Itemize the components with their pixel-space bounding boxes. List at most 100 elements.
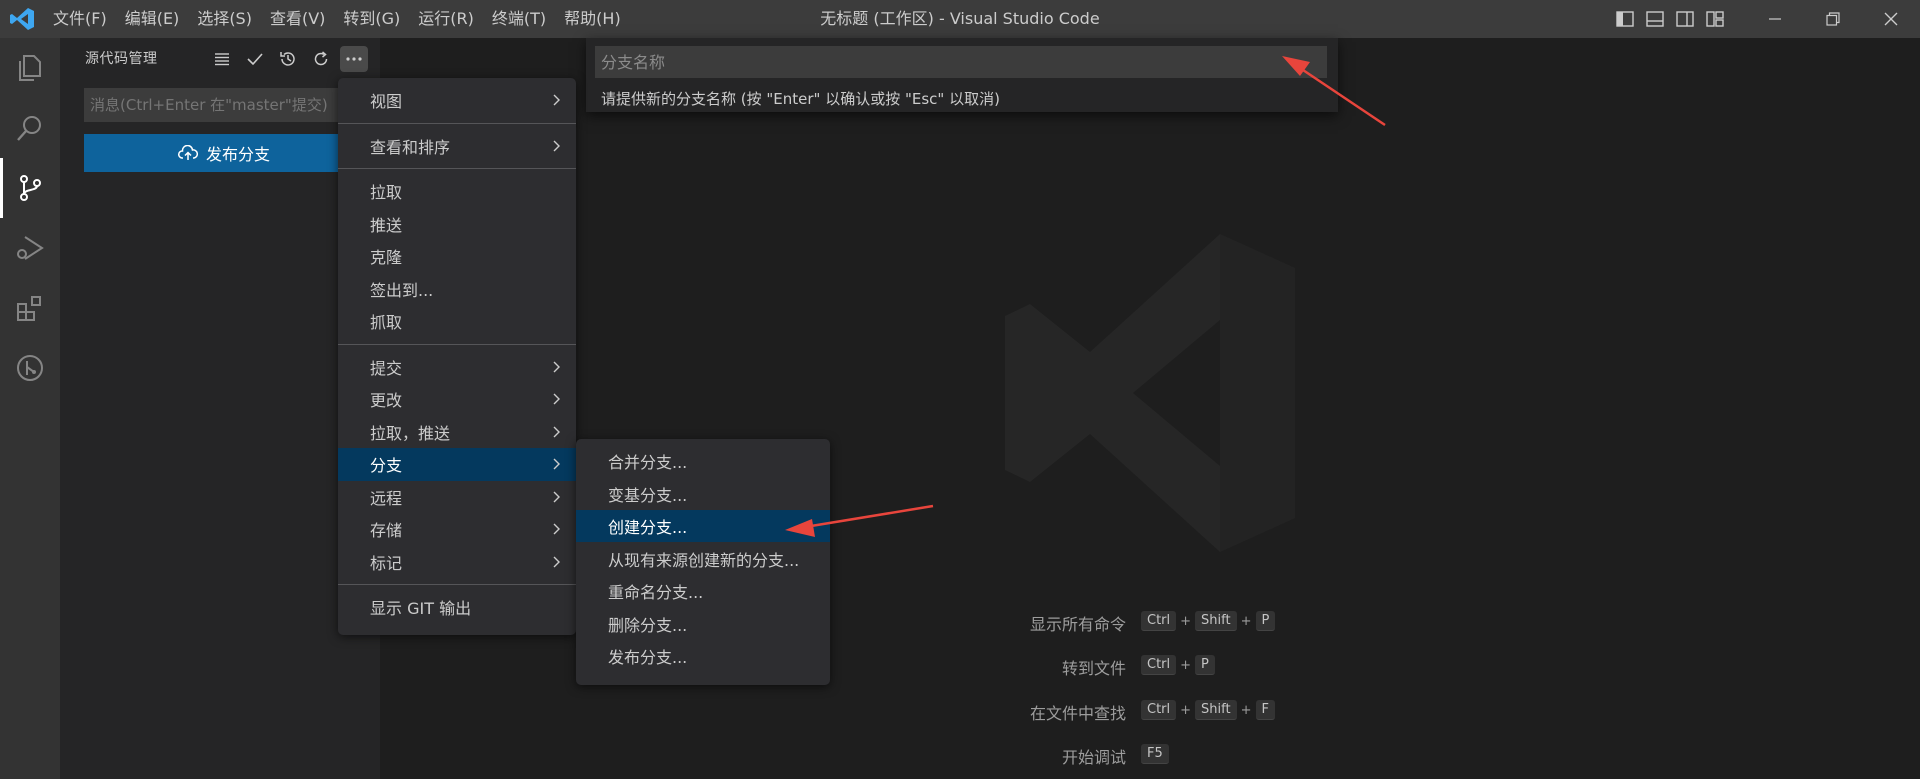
toggle-panel-icon[interactable] [1640,0,1670,38]
more-actions-button[interactable] [340,46,368,72]
submenu-item[interactable]: 发布分支... [576,640,830,672]
source-control-sidebar: 源代码管理 发布分支 [60,38,380,779]
menu-item[interactable]: 显示 GIT 输出 [338,591,576,624]
menu-item[interactable]: 文件(F) [44,0,116,38]
refresh-icon [314,51,328,66]
branch-name-input[interactable] [595,46,1327,78]
vscode-watermark-icon [1005,234,1295,552]
chevron-right-icon [553,361,560,373]
git-graph-icon [17,355,43,381]
ellipsis-icon [346,57,362,61]
source-control-activity[interactable] [0,158,60,218]
extensions-activity[interactable] [0,278,60,338]
menu-item[interactable]: 视图 [338,84,576,117]
menu-item[interactable]: 帮助(H) [555,0,630,38]
menu-item[interactable]: 终端(T) [483,0,555,38]
menu-item[interactable]: 抓取 [338,305,576,338]
shortcut-keys: F5 [1141,744,1169,764]
submenu-item[interactable]: 变基分支... [576,478,830,510]
keybinding-key: Ctrl [1141,655,1177,675]
more-actions-menu: 视图查看和排序拉取推送克隆签出到... 抓取提交更改 拉取，推送分支远程存储标记显示… [338,78,576,635]
chevron-right-icon [553,94,560,106]
title-bar-controls [1610,0,1920,38]
menu-item[interactable]: 克隆 [338,240,576,273]
keybinding-key: Shift [1195,700,1237,720]
menu-item[interactable]: 转到(G) [334,0,409,38]
restore-button[interactable] [1804,0,1862,38]
keybinding-key: P [1255,611,1276,631]
menu-bar: 文件(F) 编辑(E) 选择(S) 查看(V) 转到(G) 运行(R) 终端(T) 帮助(H) [44,0,630,38]
menu-item-label: 提交 [370,358,403,378]
minimize-button[interactable] [1746,0,1804,38]
shortcut-label: 在文件中查找 [1029,704,1126,723]
customize-layout-icon[interactable] [1700,0,1730,38]
menu-item-label: 推送 [370,215,403,235]
publish-branch-button[interactable]: 发布分支 [84,134,364,172]
chevron-right-icon [553,491,560,503]
menu-item-label: 存储 [370,521,403,541]
menu-item[interactable]: 更改 [338,383,576,416]
keybinding-key: Shift [1195,611,1237,631]
menu-separator [338,343,576,345]
cloud-upload-icon [177,145,198,160]
submenu-item[interactable]: 合并分支... [576,445,830,477]
sidebar-title: 源代码管理 [85,51,158,67]
menu-separator [338,122,576,124]
toggle-secondary-sidebar-icon[interactable] [1670,0,1700,38]
menu-item-label: 抓取 [370,313,403,333]
submenu-item[interactable]: 删除分支... [576,608,830,640]
publish-branch-label: 发布分支 [205,145,270,164]
key-separator: + [1180,657,1192,673]
run-debug-icon [17,236,44,260]
shortcut-keys: Ctrl + Shift + P [1141,611,1276,631]
shortcut-keys: Ctrl + P [1141,655,1215,675]
shortcut-label: 转到文件 [1061,659,1126,678]
git-graph-activity[interactable] [0,338,60,398]
search-activity[interactable] [0,98,60,158]
menu-item[interactable]: 选择(S) [188,0,261,38]
menu-item-label: 签出到... [370,280,434,300]
refresh-button[interactable] [307,46,335,72]
branch-submenu: 合并分支... 变基分支... 创建分支... 从现有来源创建新的分支... 重命名分支… [576,439,830,685]
submenu-item[interactable]: 从现有来源创建新的分支... [576,543,830,575]
menu-item[interactable]: 推送 [338,208,576,241]
menu-item[interactable]: 编辑(E) [116,0,189,38]
menu-item-label: 查看和排序 [370,137,451,157]
commit-message-input[interactable] [84,88,364,122]
menu-item[interactable]: 拉取 [338,175,576,208]
shortcut-label: 显示所有命令 [1029,615,1126,634]
menu-item[interactable]: 标记 [338,546,576,579]
menu-item[interactable]: 分支 [338,448,576,481]
view-as-list-button[interactable] [208,46,236,72]
menu-item[interactable]: 远程 [338,481,576,514]
close-window-button[interactable] [1862,0,1920,38]
submenu-item[interactable]: 重命名分支... [576,575,830,607]
menu-item-label: 远程 [370,488,403,508]
menu-item[interactable]: 存储 [338,513,576,546]
key-separator: + [1180,613,1192,629]
menu-item[interactable]: 提交 [338,351,576,384]
search-icon [17,116,41,141]
menu-item[interactable]: 签出到... [338,273,576,306]
run-debug-activity[interactable] [0,218,60,278]
menu-item[interactable]: 查看和排序 [338,130,576,163]
chevron-right-icon [553,458,560,470]
quick-input-widget: 请提供新的分支名称 (按 "Enter" 以确认或按 "Esc" 以取消) [586,38,1338,112]
list-icon [215,53,229,66]
submenu-item[interactable]: 创建分支... [576,510,830,542]
shortcut-label: 开始调试 [1061,748,1126,767]
explorer-activity[interactable] [0,38,60,98]
menu-item[interactable]: 查看(V) [261,0,334,38]
files-icon [19,55,41,81]
history-icon [280,52,295,66]
history-button[interactable] [274,46,302,72]
sidebar-actions [208,46,368,72]
menu-item-label: 分支 [370,456,403,476]
key-separator: + [1240,613,1252,629]
toggle-primary-sidebar-icon[interactable] [1610,0,1640,38]
menu-item[interactable]: 运行(R) [409,0,483,38]
commit-button[interactable] [241,46,269,72]
menu-item[interactable]: 拉取，推送 [338,416,576,449]
check-icon [247,53,263,66]
keybinding-key: P [1195,655,1215,675]
